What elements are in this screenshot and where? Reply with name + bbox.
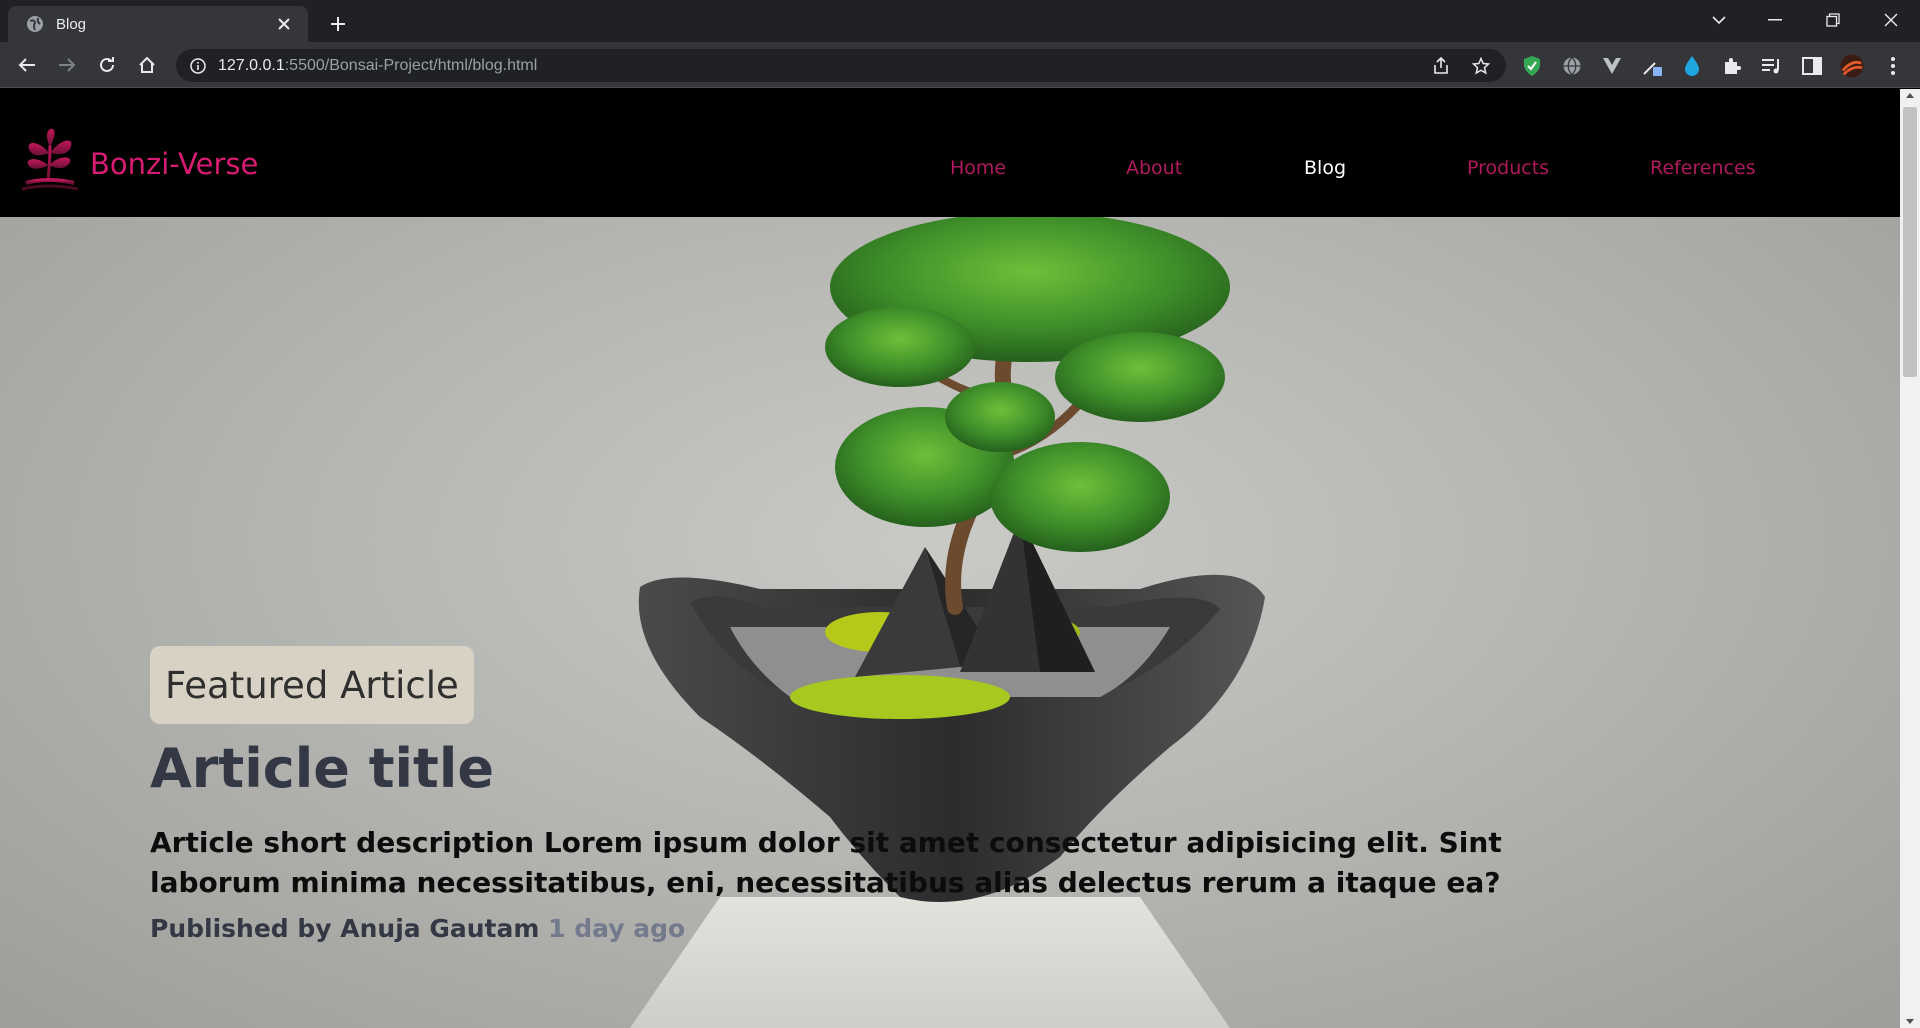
browser-toolbar: 127.0.0.1:5500/Bonsai-Project/html/blog.… [0, 42, 1920, 88]
featured-article-hero: Featured Article Article title Article s… [0, 217, 1900, 1028]
browser-tab[interactable]: Blog [8, 6, 308, 42]
scroll-up-arrow-icon[interactable] [1906, 93, 1914, 98]
featured-article-badge: Featured Article [150, 646, 474, 724]
close-tab-icon[interactable] [270, 10, 298, 38]
nav-link-blog[interactable]: Blog [1304, 157, 1346, 179]
globe-icon [26, 15, 44, 33]
eyedropper-extension-icon[interactable] [1640, 54, 1664, 78]
article-byline: Published by Anuja Gautam 1 day ago [150, 914, 685, 943]
back-icon[interactable] [11, 49, 43, 81]
page-viewport: Bonzi-Verse Home About Blog Products Ref… [0, 89, 1900, 1028]
published-time: 1 day ago [548, 914, 686, 943]
address-bar[interactable]: 127.0.0.1:5500/Bonsai-Project/html/blog.… [176, 49, 1506, 82]
forward-icon[interactable] [51, 49, 83, 81]
page-scrollbar[interactable] [1900, 89, 1920, 1028]
droplet-extension-icon[interactable] [1680, 54, 1704, 78]
bonsai-hero-image [630, 217, 1265, 1028]
minimize-icon[interactable] [1748, 0, 1802, 40]
brand-name[interactable]: Bonzi-Verse [90, 147, 258, 181]
menu-kebab-icon[interactable] [1881, 54, 1905, 78]
scroll-thumb[interactable] [1903, 107, 1917, 377]
share-icon[interactable] [1428, 53, 1454, 79]
site-navbar: Bonzi-Verse Home About Blog Products Ref… [0, 89, 1900, 217]
nav-link-about[interactable]: About [1126, 157, 1182, 179]
bookmark-star-icon[interactable] [1468, 53, 1494, 79]
scroll-down-arrow-icon[interactable] [1906, 1019, 1914, 1024]
browser-tab-bar: Blog [0, 0, 1920, 42]
vue-extension-icon[interactable] [1600, 54, 1624, 78]
bonsai-leaf-logo[interactable] [18, 123, 82, 193]
media-control-icon[interactable] [1760, 54, 1784, 78]
site-info-icon[interactable] [188, 56, 208, 76]
article-title[interactable]: Article title [150, 737, 494, 800]
puzzle-extensions-icon[interactable] [1720, 54, 1744, 78]
side-panel-icon[interactable] [1800, 54, 1824, 78]
new-tab-button[interactable] [322, 8, 354, 40]
reload-icon[interactable] [91, 49, 123, 81]
tab-search-icon[interactable] [1692, 0, 1746, 40]
nav-link-home[interactable]: Home [950, 157, 1006, 179]
shield-extension-icon[interactable] [1520, 54, 1544, 78]
url-text: 127.0.0.1:5500/Bonsai-Project/html/blog.… [218, 57, 538, 74]
close-window-icon[interactable] [1864, 0, 1918, 40]
nav-link-references[interactable]: References [1650, 157, 1756, 179]
globe-extension-icon[interactable] [1560, 54, 1584, 78]
author-text: Published by Anuja Gautam [150, 914, 540, 943]
profile-avatar[interactable] [1840, 54, 1864, 78]
article-description: Article short description Lorem ipsum do… [150, 826, 1502, 899]
tab-title: Blog [56, 15, 87, 33]
home-icon[interactable] [131, 49, 163, 81]
restore-icon[interactable] [1806, 0, 1860, 40]
nav-link-products[interactable]: Products [1467, 157, 1549, 179]
